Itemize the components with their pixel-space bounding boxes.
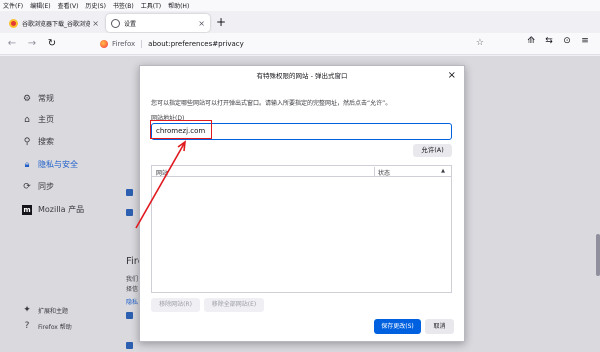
tab-chrome-download[interactable]: 谷歌浏览器下载_谷歌浏览器网址 × — [4, 14, 104, 32]
home-icon: ⌂ — [24, 114, 30, 125]
checkbox[interactable] — [126, 189, 133, 196]
sort-arrow-icon: ▲ — [441, 168, 445, 174]
help-icon: ? — [24, 321, 30, 331]
back-button[interactable]: ← — [4, 38, 20, 49]
sidebar-item-label: 隐私与安全 — [38, 160, 78, 169]
allow-button[interactable]: 允许(A) — [413, 144, 452, 157]
dialog-title: 有特殊权限的网站 - 弹出式窗口 — [256, 72, 348, 80]
sidebar-item-privacy[interactable]: 🔒︎ 隐私与安全 — [22, 159, 78, 170]
sidebar-item-label: 主页 — [38, 115, 54, 124]
sidebar-item-mozilla[interactable]: m Mozilla 产品 — [22, 204, 84, 215]
close-icon[interactable]: × — [198, 19, 205, 28]
bookmark-star-icon[interactable]: ☆ — [476, 38, 484, 48]
menu-bookmarks[interactable]: 书签(B) — [113, 1, 134, 10]
menu-tools[interactable]: 工具(T) — [141, 1, 161, 10]
save-changes-button[interactable]: 保存更改(S) — [374, 319, 421, 334]
identity-label: Firefox — [112, 40, 143, 48]
menu-history[interactable]: 历史(S) — [85, 1, 106, 10]
sidebar-item-home[interactable]: ⌂ 主页 — [22, 114, 54, 125]
column-status[interactable]: 状态 — [378, 168, 390, 177]
menu-bar: 文件(F) 编辑(E) 查看(V) 历史(S) 书签(B) 工具(T) 帮助(H… — [0, 0, 600, 11]
toolbar-right: ⟰ ⇆ ⊙ ≡ — [522, 36, 594, 46]
sidebar-item-sync[interactable]: ⟳ 同步 — [22, 181, 54, 192]
close-icon[interactable]: × — [448, 70, 456, 81]
preferences-sidebar: ⚙ 常规 ⌂ 主页 ⚲ 搜索 🔒︎ 隐私与安全 ⟳ 同步 m Mozilla 产… — [0, 56, 120, 352]
menu-help[interactable]: 帮助(H) — [168, 1, 189, 10]
menu-icon[interactable]: ≡ — [576, 36, 594, 46]
privacy-link[interactable]: 隐私 — [126, 297, 138, 306]
sidebar-item-label: 扩展和主题 — [38, 307, 69, 315]
navigation-bar: ← → ↻ Firefox about:preferences#privacy … — [0, 33, 600, 55]
menu-view[interactable]: 查看(V) — [58, 1, 79, 10]
menu-file[interactable]: 文件(F) — [3, 1, 23, 10]
gear-icon: ⚙ — [22, 93, 32, 104]
sidebar-item-help[interactable]: ? Firefox 帮助 — [22, 321, 72, 331]
remove-all-sites-button[interactable]: 移除全部网站(E) — [204, 298, 264, 312]
container-icon[interactable]: ⟰ — [522, 36, 540, 46]
reload-button[interactable]: ↻ — [44, 38, 60, 49]
url-bar[interactable]: Firefox about:preferences#privacy ☆ — [100, 36, 492, 52]
remove-site-button[interactable]: 移除网站(R) — [151, 298, 200, 312]
sidebar-item-general[interactable]: ⚙ 常规 — [22, 93, 54, 104]
checkbox[interactable] — [126, 209, 133, 216]
sidebar-item-search[interactable]: ⚲ 搜索 — [22, 136, 54, 147]
list-header: 网站 状态 ▲ — [152, 166, 451, 177]
menu-edit[interactable]: 编辑(E) — [30, 1, 50, 10]
close-icon[interactable]: × — [92, 19, 99, 28]
sidebar-item-label: 搜索 — [38, 137, 54, 146]
firefox-icon — [100, 40, 108, 48]
gear-icon — [111, 18, 120, 28]
site-favicon-icon — [9, 18, 18, 28]
sidebar-item-label: 同步 — [38, 182, 54, 191]
highlight-box — [150, 120, 212, 139]
lock-icon: 🔒︎ — [24, 159, 30, 170]
sidebar-item-label: 常规 — [38, 94, 54, 103]
tab-label: 设置 — [124, 20, 137, 28]
url-text[interactable]: about:preferences#privacy — [148, 40, 244, 48]
account-icon[interactable]: ⊙ — [558, 36, 576, 46]
sidebar-item-label: Mozilla 产品 — [38, 205, 85, 214]
column-divider — [374, 167, 375, 176]
mozilla-icon: m — [22, 204, 32, 215]
peek-text: 我们 — [126, 276, 139, 283]
search-icon: ⚲ — [23, 136, 31, 147]
scrollbar[interactable] — [596, 234, 600, 276]
extensions-icon[interactable]: ⇆ — [540, 36, 558, 46]
sync-icon: ⟳ — [23, 181, 31, 192]
permissions-dialog: 有特殊权限的网站 - 弹出式窗口 × 您可以指定哪些网站可以打开弹出式窗口。请输… — [139, 65, 465, 342]
checkbox[interactable] — [126, 342, 133, 349]
tab-settings[interactable]: 设置 × — [106, 14, 210, 32]
sidebar-item-label: Firefox 帮助 — [38, 323, 72, 331]
cancel-button[interactable]: 取消 — [425, 319, 454, 334]
site-list[interactable]: 网站 状态 ▲ — [151, 165, 452, 293]
new-tab-button[interactable]: + — [216, 15, 226, 29]
forward-button[interactable]: → — [24, 38, 40, 49]
column-site[interactable]: 网站 — [156, 168, 168, 177]
tab-label: 谷歌浏览器下载_谷歌浏览器网址 — [22, 20, 91, 28]
sidebar-item-addons[interactable]: ✦ 扩展和主题 — [22, 305, 68, 315]
peek-text: 择信 — [126, 286, 139, 293]
tab-strip: 谷歌浏览器下载_谷歌浏览器网址 × 设置 × + — [0, 11, 600, 33]
dialog-description: 您可以指定哪些网站可以打开弹出式窗口。请输入所要指定的完整网址，然后点击“允许”… — [151, 100, 392, 107]
checkbox[interactable] — [126, 312, 133, 319]
puzzle-icon: ✦ — [23, 305, 31, 315]
